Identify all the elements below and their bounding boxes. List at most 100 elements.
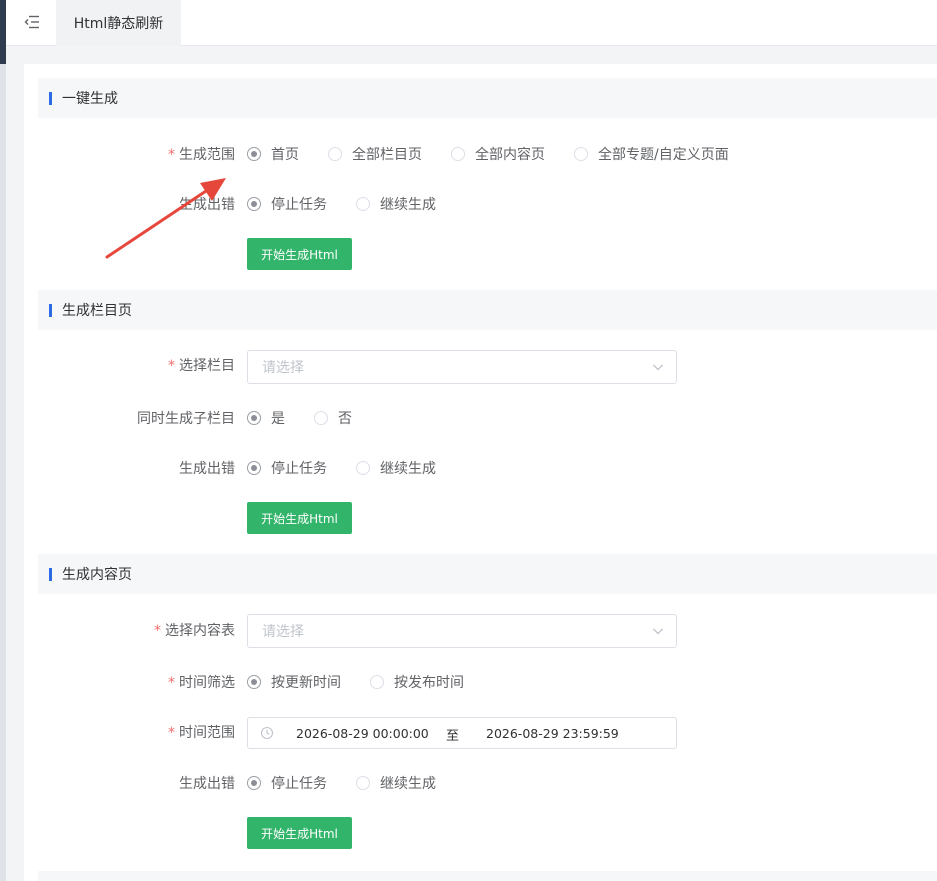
main-content: 一键生成 * 生成范围 首页 全部栏目页 全部内容页 全部专题/自定义页面 生成出…	[6, 46, 937, 881]
form-row-scope: * 生成范围 首页 全部栏目页 全部内容页 全部专题/自定义页面	[24, 138, 937, 170]
radio-dot	[574, 147, 588, 161]
radio-dot	[247, 461, 261, 475]
start-generate-button-2[interactable]: 开始生成Html	[247, 502, 352, 534]
date-range-separator: 至	[446, 729, 460, 744]
radio-dot	[356, 776, 370, 790]
radio-label: 全部专题/自定义页面	[598, 147, 729, 163]
radio-label: 按发布时间	[394, 675, 464, 691]
section-title: 生成内容页	[62, 567, 132, 583]
section-header-one-click: 一键生成	[38, 78, 937, 118]
form-row-time-filter: * 时间筛选 按更新时间 按发布时间	[24, 666, 937, 698]
section-accent-bar	[49, 303, 52, 317]
required-mark: *	[168, 358, 175, 374]
radio-error-continue[interactable]: 继续生成	[356, 194, 436, 214]
radio-label: 继续生成	[380, 197, 436, 213]
label-text: 时间范围	[179, 725, 235, 741]
label-text: 生成出错	[179, 197, 235, 213]
radio-children-no[interactable]: 否	[314, 408, 352, 428]
tab-label: Html静态刷新	[73, 16, 164, 32]
required-mark: *	[168, 675, 175, 691]
content-table-select[interactable]: 请选择	[247, 614, 677, 648]
form-row-error-2: 生成出错 停止任务 继续生成	[24, 452, 937, 484]
select-placeholder: 请选择	[262, 624, 304, 640]
radio-label: 继续生成	[380, 461, 436, 477]
radio-group-error-1: 停止任务 继续生成	[247, 188, 436, 220]
radio-label: 是	[271, 411, 285, 427]
radio-dot	[328, 147, 342, 161]
radio-scope-all-categories[interactable]: 全部栏目页	[328, 144, 422, 164]
radio-label: 全部内容页	[475, 147, 545, 163]
form-label: 生成出错	[24, 458, 235, 478]
required-mark: *	[168, 725, 175, 741]
form-label: * 生成范围	[24, 144, 235, 164]
form-row-children: 同时生成子栏目 是 否	[24, 402, 937, 434]
form-row-error-1: 生成出错 停止任务 继续生成	[24, 188, 937, 220]
chevron-down-icon	[653, 628, 663, 635]
radio-children-yes[interactable]: 是	[247, 408, 285, 428]
radio-label: 全部栏目页	[352, 147, 422, 163]
form-label: 生成出错	[24, 194, 235, 214]
radio-label: 首页	[271, 147, 299, 163]
radio-error-continue[interactable]: 继续生成	[356, 458, 436, 478]
label-text: 生成出错	[179, 776, 235, 792]
radio-group-error-2: 停止任务 继续生成	[247, 452, 436, 484]
tab-html-static-refresh[interactable]: Html静态刷新	[56, 0, 181, 46]
radio-scope-all-contents[interactable]: 全部内容页	[451, 144, 545, 164]
form-label: 生成出错	[24, 773, 235, 793]
radio-dot	[247, 197, 261, 211]
radio-error-stop[interactable]: 停止任务	[247, 194, 327, 214]
label-text: 时间筛选	[179, 675, 235, 691]
radio-group-error-3: 停止任务 继续生成	[247, 767, 436, 799]
start-generate-button-3[interactable]: 开始生成Html	[247, 817, 352, 849]
category-select[interactable]: 请选择	[247, 350, 677, 384]
radio-group-children: 是 否	[247, 402, 352, 434]
radio-label: 停止任务	[271, 776, 327, 792]
start-generate-button-1[interactable]: 开始生成Html	[247, 238, 352, 270]
section-title: 一键生成	[62, 91, 118, 107]
form-row-error-3: 生成出错 停止任务 继续生成	[24, 767, 937, 799]
clock-icon	[260, 726, 274, 740]
radio-error-continue[interactable]: 继续生成	[356, 773, 436, 793]
section-title: 生成栏目页	[62, 303, 132, 319]
radio-scope-all-specials[interactable]: 全部专题/自定义页面	[574, 144, 729, 164]
top-bar: Html静态刷新	[6, 0, 937, 46]
section-accent-bar	[49, 567, 52, 581]
radio-dot	[356, 197, 370, 211]
menu-fold-icon[interactable]	[23, 13, 41, 31]
date-range-start[interactable]: 2026-08-29 00:00:00	[296, 726, 429, 741]
radio-label: 停止任务	[271, 461, 327, 477]
date-range-end[interactable]: 2026-08-29 23:59:59	[486, 726, 619, 741]
form-label: 同时生成子栏目	[24, 408, 235, 428]
form-label: * 时间筛选	[24, 672, 235, 692]
radio-group-scope: 首页 全部栏目页 全部内容页 全部专题/自定义页面	[247, 138, 729, 170]
form-label: * 选择内容表	[24, 620, 235, 640]
radio-dot	[247, 776, 261, 790]
label-text: 生成范围	[179, 147, 235, 163]
section-header-content: 生成内容页	[38, 554, 937, 594]
radio-dot	[247, 675, 261, 689]
radio-dot	[451, 147, 465, 161]
required-mark: *	[168, 147, 175, 163]
form-panel: 一键生成 * 生成范围 首页 全部栏目页 全部内容页 全部专题/自定义页面 生成出…	[24, 64, 937, 881]
radio-group-time-filter: 按更新时间 按发布时间	[247, 666, 464, 698]
radio-label: 继续生成	[380, 776, 436, 792]
radio-error-stop[interactable]: 停止任务	[247, 773, 327, 793]
radio-label: 否	[338, 411, 352, 427]
form-label: * 时间范围	[24, 722, 235, 742]
chevron-down-icon	[653, 364, 663, 371]
label-text: 生成出错	[179, 461, 235, 477]
form-label: * 选择栏目	[24, 355, 235, 375]
radio-dot	[247, 411, 261, 425]
label-text: 选择内容表	[165, 623, 235, 639]
section-accent-bar	[49, 91, 52, 105]
radio-time-updated[interactable]: 按更新时间	[247, 672, 341, 692]
section-header-next	[38, 871, 937, 881]
radio-error-stop[interactable]: 停止任务	[247, 458, 327, 478]
date-range-picker[interactable]: 2026-08-29 00:00:00 至 2026-08-29 23:59:5…	[247, 717, 677, 749]
radio-time-published[interactable]: 按发布时间	[370, 672, 464, 692]
radio-dot	[247, 147, 261, 161]
radio-dot	[370, 675, 384, 689]
select-placeholder: 请选择	[262, 360, 304, 376]
required-mark: *	[154, 623, 161, 639]
radio-scope-home[interactable]: 首页	[247, 144, 299, 164]
